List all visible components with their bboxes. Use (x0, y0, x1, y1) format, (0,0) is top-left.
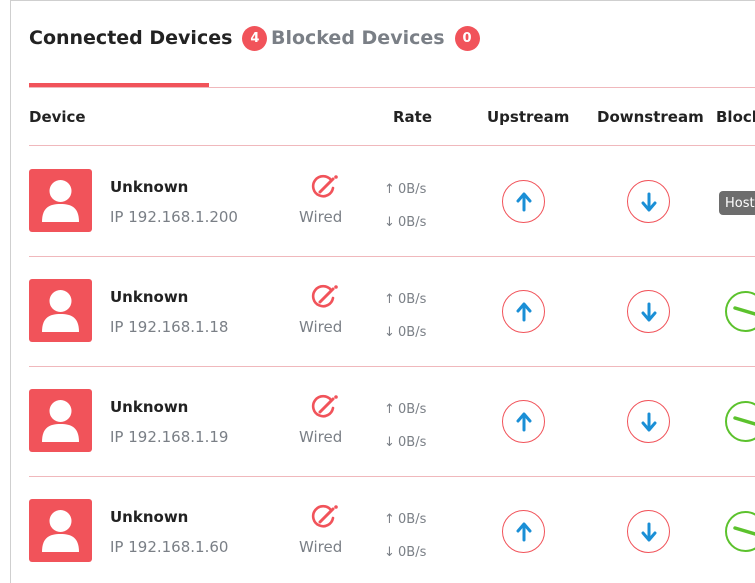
block-toggle-icon[interactable] (725, 401, 755, 442)
device-ip: IP 192.168.1.60 (110, 538, 229, 556)
tab-connected-devices-label: Connected Devices (29, 27, 233, 49)
arrow-down-icon (638, 191, 660, 213)
tab-divider (29, 87, 755, 88)
rate-down-arrow-icon: ↓ (384, 325, 395, 340)
upload-rate: ↑ 0B/s (384, 512, 426, 527)
rate-up-arrow-icon: ↑ (384, 182, 395, 197)
connected-devices-panel: Connected Devices 4 Blocked Devices 0 De… (10, 0, 755, 583)
device-name: Unknown (110, 398, 189, 416)
downstream-limit-button[interactable] (627, 400, 670, 443)
rate-up-arrow-icon: ↑ (384, 402, 395, 417)
user-avatar-icon (29, 279, 92, 342)
table-header: Device Rate Upstream Downstream Block (29, 101, 755, 146)
device-name: Unknown (110, 288, 189, 306)
upstream-limit-button[interactable] (502, 180, 545, 223)
user-avatar-icon (29, 169, 92, 232)
upload-rate: ↑ 0B/s (384, 292, 426, 307)
download-rate-value: 0B/s (398, 435, 427, 450)
connection-type: Wired (299, 208, 343, 226)
active-tab-indicator (29, 83, 209, 87)
upload-rate-value: 0B/s (398, 182, 427, 197)
connection-type: Wired (299, 428, 343, 446)
block-toggle-icon[interactable] (725, 511, 755, 552)
header-upstream: Upstream (487, 108, 570, 126)
device-name: Unknown (110, 508, 189, 526)
upload-rate-value: 0B/s (398, 402, 427, 417)
tab-blocked-devices-label: Blocked Devices (271, 27, 445, 49)
connected-count-badge: 4 (242, 25, 268, 51)
upload-rate-value: 0B/s (398, 292, 427, 307)
downstream-limit-button[interactable] (627, 510, 670, 553)
download-rate: ↓ 0B/s (384, 325, 426, 340)
upload-rate-value: 0B/s (398, 512, 427, 527)
header-rate: Rate (393, 108, 433, 126)
host-tag: Host (719, 191, 755, 215)
arrow-down-icon (638, 521, 660, 543)
header-device: Device (29, 108, 86, 126)
downstream-limit-button[interactable] (627, 290, 670, 333)
tab-connected-devices[interactable]: Connected Devices 4 (29, 25, 268, 51)
table-row: Unknown IP 192.168.1.18 Wired ↑ 0B/s ↓ 0B/… (29, 257, 755, 367)
device-ip: IP 192.168.1.18 (110, 318, 229, 336)
upstream-limit-button[interactable] (502, 400, 545, 443)
header-block: Block (716, 108, 755, 126)
download-rate: ↓ 0B/s (384, 545, 426, 560)
arrow-up-icon (513, 301, 535, 323)
arrow-down-icon (638, 411, 660, 433)
download-rate-value: 0B/s (398, 215, 427, 230)
downstream-limit-button[interactable] (627, 180, 670, 223)
device-ip: IP 192.168.1.19 (110, 428, 229, 446)
rate-down-arrow-icon: ↓ (384, 545, 395, 560)
blocked-count-badge: 0 (454, 25, 480, 51)
rate-up-arrow-icon: ↑ (384, 292, 395, 307)
download-rate-value: 0B/s (398, 325, 427, 340)
device-tabs: Connected Devices 4 Blocked Devices 0 (11, 1, 755, 91)
download-rate: ↓ 0B/s (384, 215, 426, 230)
table-row: Unknown IP 192.168.1.19 Wired ↑ 0B/s ↓ 0B/… (29, 367, 755, 477)
download-rate-value: 0B/s (398, 545, 427, 560)
header-downstream: Downstream (597, 108, 704, 126)
edit-pencil-icon[interactable] (311, 284, 339, 310)
block-toggle-icon[interactable] (725, 291, 755, 332)
arrow-down-icon (638, 301, 660, 323)
table-row: Unknown IP 192.168.1.200 Wired ↑ 0B/s ↓ 0B… (29, 147, 755, 257)
rate-up-arrow-icon: ↑ (384, 512, 395, 527)
edit-pencil-icon[interactable] (311, 394, 339, 420)
table-row: Unknown IP 192.168.1.60 Wired ↑ 0B/s ↓ 0B/… (29, 477, 755, 583)
device-ip: IP 192.168.1.200 (110, 208, 238, 226)
user-avatar-icon (29, 499, 92, 562)
rate-down-arrow-icon: ↓ (384, 215, 395, 230)
arrow-up-icon (513, 191, 535, 213)
upload-rate: ↑ 0B/s (384, 402, 426, 417)
edit-pencil-icon[interactable] (311, 174, 339, 200)
upstream-limit-button[interactable] (502, 290, 545, 333)
arrow-up-icon (513, 411, 535, 433)
connection-type: Wired (299, 318, 343, 336)
upstream-limit-button[interactable] (502, 510, 545, 553)
arrow-up-icon (513, 521, 535, 543)
tab-blocked-devices[interactable]: Blocked Devices 0 (271, 25, 480, 51)
user-avatar-icon (29, 389, 92, 452)
device-name: Unknown (110, 178, 189, 196)
connection-type: Wired (299, 538, 343, 556)
download-rate: ↓ 0B/s (384, 435, 426, 450)
upload-rate: ↑ 0B/s (384, 182, 426, 197)
rate-down-arrow-icon: ↓ (384, 435, 395, 450)
edit-pencil-icon[interactable] (311, 504, 339, 530)
